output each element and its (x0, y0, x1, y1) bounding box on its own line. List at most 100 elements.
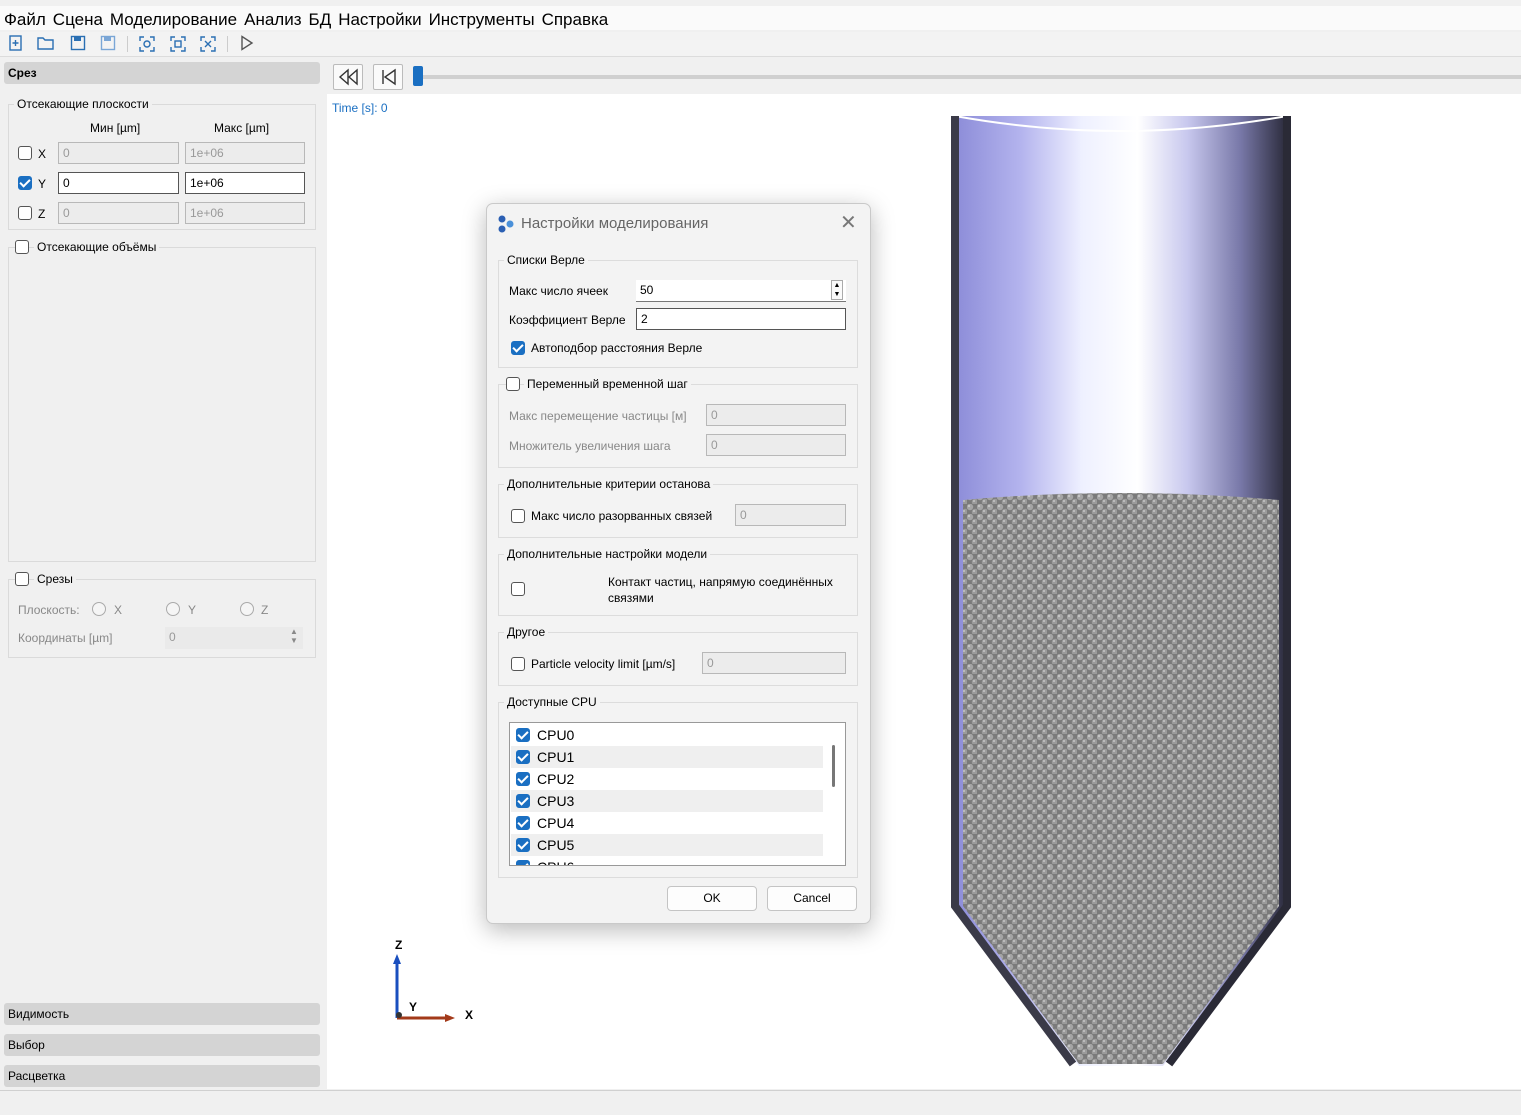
save-as-icon[interactable] (98, 35, 118, 53)
toolbar-separator (227, 36, 228, 52)
step-factor-input[interactable]: 0 (706, 434, 846, 456)
new-file-icon[interactable] (6, 35, 26, 53)
verlet-title: Списки Верле (504, 253, 588, 267)
save-icon[interactable] (68, 35, 88, 53)
clip-x-checkbox[interactable] (18, 146, 32, 160)
cancel-button[interactable]: Cancel (767, 886, 857, 911)
cpu4-checkbox[interactable] (516, 816, 530, 830)
menu-tools[interactable]: Инструменты (425, 6, 538, 30)
cpu-list-scrollbar[interactable] (832, 745, 835, 787)
to-start-button[interactable] (373, 64, 403, 90)
clip-x-min-input[interactable]: 0 (58, 142, 179, 164)
cpu5-checkbox[interactable] (516, 838, 530, 852)
center-view-icon[interactable] (137, 35, 157, 53)
velocity-limit-checkbox[interactable] (511, 657, 525, 671)
fit-view-icon[interactable] (168, 35, 188, 53)
dialog-title: Настройки моделирования (521, 215, 709, 232)
plane-z-radio[interactable] (240, 602, 254, 616)
velocity-limit-input[interactable]: 0 (702, 652, 846, 674)
plane-y-radio[interactable] (166, 602, 180, 616)
plane-label: Плоскость: (18, 603, 80, 617)
other-title: Другое (504, 625, 549, 639)
menu-help[interactable]: Справка (538, 6, 612, 30)
menu-settings[interactable]: Настройки (334, 6, 424, 30)
col-min-label: Мин [µm] (90, 121, 141, 135)
time-slider-handle[interactable] (413, 66, 423, 86)
clip-y-checkbox[interactable] (18, 176, 32, 190)
slices-checkbox[interactable] (15, 572, 29, 586)
list-item[interactable]: CPU6 (511, 856, 823, 865)
verlet-auto-checkbox[interactable] (511, 341, 525, 355)
variable-step-title: Переменный временной шаг (524, 377, 691, 391)
cpu1-checkbox[interactable] (516, 750, 530, 764)
verlet-coef-input[interactable]: 2 (636, 308, 846, 330)
play-icon[interactable] (237, 35, 257, 53)
clip-z-label: Z (38, 207, 46, 221)
col-max-label: Макс [µm] (214, 121, 270, 135)
toolbar-separator (127, 36, 128, 52)
open-folder-icon[interactable] (36, 35, 56, 53)
plane-x-label: X (114, 603, 123, 617)
clip-z-max-input[interactable]: 1e+06 (185, 202, 305, 224)
coord-spin-arrows-icon[interactable]: ▲ ▼ (290, 627, 298, 645)
clip-planes-title: Отсекающие плоскости (14, 97, 152, 111)
cpu2-checkbox[interactable] (516, 772, 530, 786)
list-item[interactable]: CPU3 (511, 790, 823, 812)
menu-simulation[interactable]: Моделирование (106, 6, 240, 30)
list-item[interactable]: CPU4 (511, 812, 823, 834)
bonded-contact-checkbox[interactable] (511, 582, 525, 596)
skip-start-icon (382, 68, 396, 86)
cpu-list[interactable]: CPU0 CPU1 CPU2 CPU3 CPU4 CPU5 CPU6 (509, 722, 846, 866)
cpu0-checkbox[interactable] (516, 728, 530, 742)
verlet-coef-label: Коэффициент Верле (509, 313, 626, 327)
section-visibility-header[interactable]: Видимость (4, 1003, 320, 1025)
slices-title: Срезы (34, 572, 76, 586)
broken-bonds-checkbox[interactable] (511, 509, 525, 523)
list-item[interactable]: CPU0 (511, 724, 823, 746)
ok-button[interactable]: OK (667, 886, 757, 911)
rewind-button[interactable] (333, 64, 363, 90)
plane-x-radio[interactable] (92, 602, 106, 616)
menu-scene[interactable]: Сцена (49, 6, 106, 30)
coord-spinbox[interactable]: 0 (165, 627, 303, 649)
section-selection-header[interactable]: Выбор (4, 1034, 320, 1056)
section-slice-header[interactable]: Срез (4, 62, 320, 84)
axis-z-label: Z (395, 938, 403, 952)
model-settings-title: Дополнительные настройки модели (504, 547, 711, 561)
reset-view-icon[interactable] (198, 35, 218, 53)
step-factor-label: Множитель увеличения шага (509, 439, 671, 453)
rewind-icon (338, 68, 358, 86)
clip-y-max-input[interactable]: 1e+06 (185, 172, 305, 194)
spin-arrows-icon[interactable]: ▲ ▼ (831, 280, 843, 300)
simulation-settings-dialog: Настройки моделирования ✕ Списки Верле М… (486, 203, 871, 924)
menu-db[interactable]: БД (305, 6, 335, 30)
menu-bar: Файл Сцена Моделирование Анализ БД Настройки И… (0, 6, 1521, 30)
clip-x-label: X (38, 147, 47, 161)
list-item[interactable]: CPU5 (511, 834, 823, 856)
variable-step-checkbox[interactable] (506, 377, 520, 391)
max-move-input[interactable]: 0 (706, 404, 846, 426)
clip-z-min-input[interactable]: 0 (58, 202, 179, 224)
broken-bonds-input[interactable]: 0 (735, 504, 846, 526)
clip-z-checkbox[interactable] (18, 206, 32, 220)
clip-volumes-checkbox[interactable] (15, 240, 29, 254)
max-cells-spinbox[interactable]: 50 (636, 280, 846, 302)
broken-bonds-label: Макс число разорванных связей (531, 509, 713, 523)
close-icon[interactable]: ✕ (840, 210, 857, 235)
time-slider-track[interactable] (414, 75, 1521, 79)
velocity-limit-label: Particle velocity limit [µm/s] (531, 657, 676, 671)
list-item[interactable]: CPU1 (511, 746, 823, 768)
list-item[interactable]: CPU2 (511, 768, 823, 790)
section-coloring-header[interactable]: Расцветка (4, 1065, 320, 1087)
clip-x-max-input[interactable]: 1e+06 (185, 142, 305, 164)
clip-y-min-input[interactable]: 0 (58, 172, 179, 194)
verlet-auto-label: Автоподбор расстояния Верле (531, 341, 703, 355)
bonded-contact-label-line1: Контакт частиц, напрямую соединённых (608, 575, 833, 589)
plane-y-label: Y (188, 603, 197, 617)
app-logo-icon (496, 214, 516, 237)
cpu6-checkbox[interactable] (516, 860, 530, 865)
cpu3-checkbox[interactable] (516, 794, 530, 808)
coord-label: Координаты [µm] (18, 631, 113, 645)
menu-file[interactable]: Файл (0, 6, 49, 30)
menu-analysis[interactable]: Анализ (240, 6, 304, 30)
